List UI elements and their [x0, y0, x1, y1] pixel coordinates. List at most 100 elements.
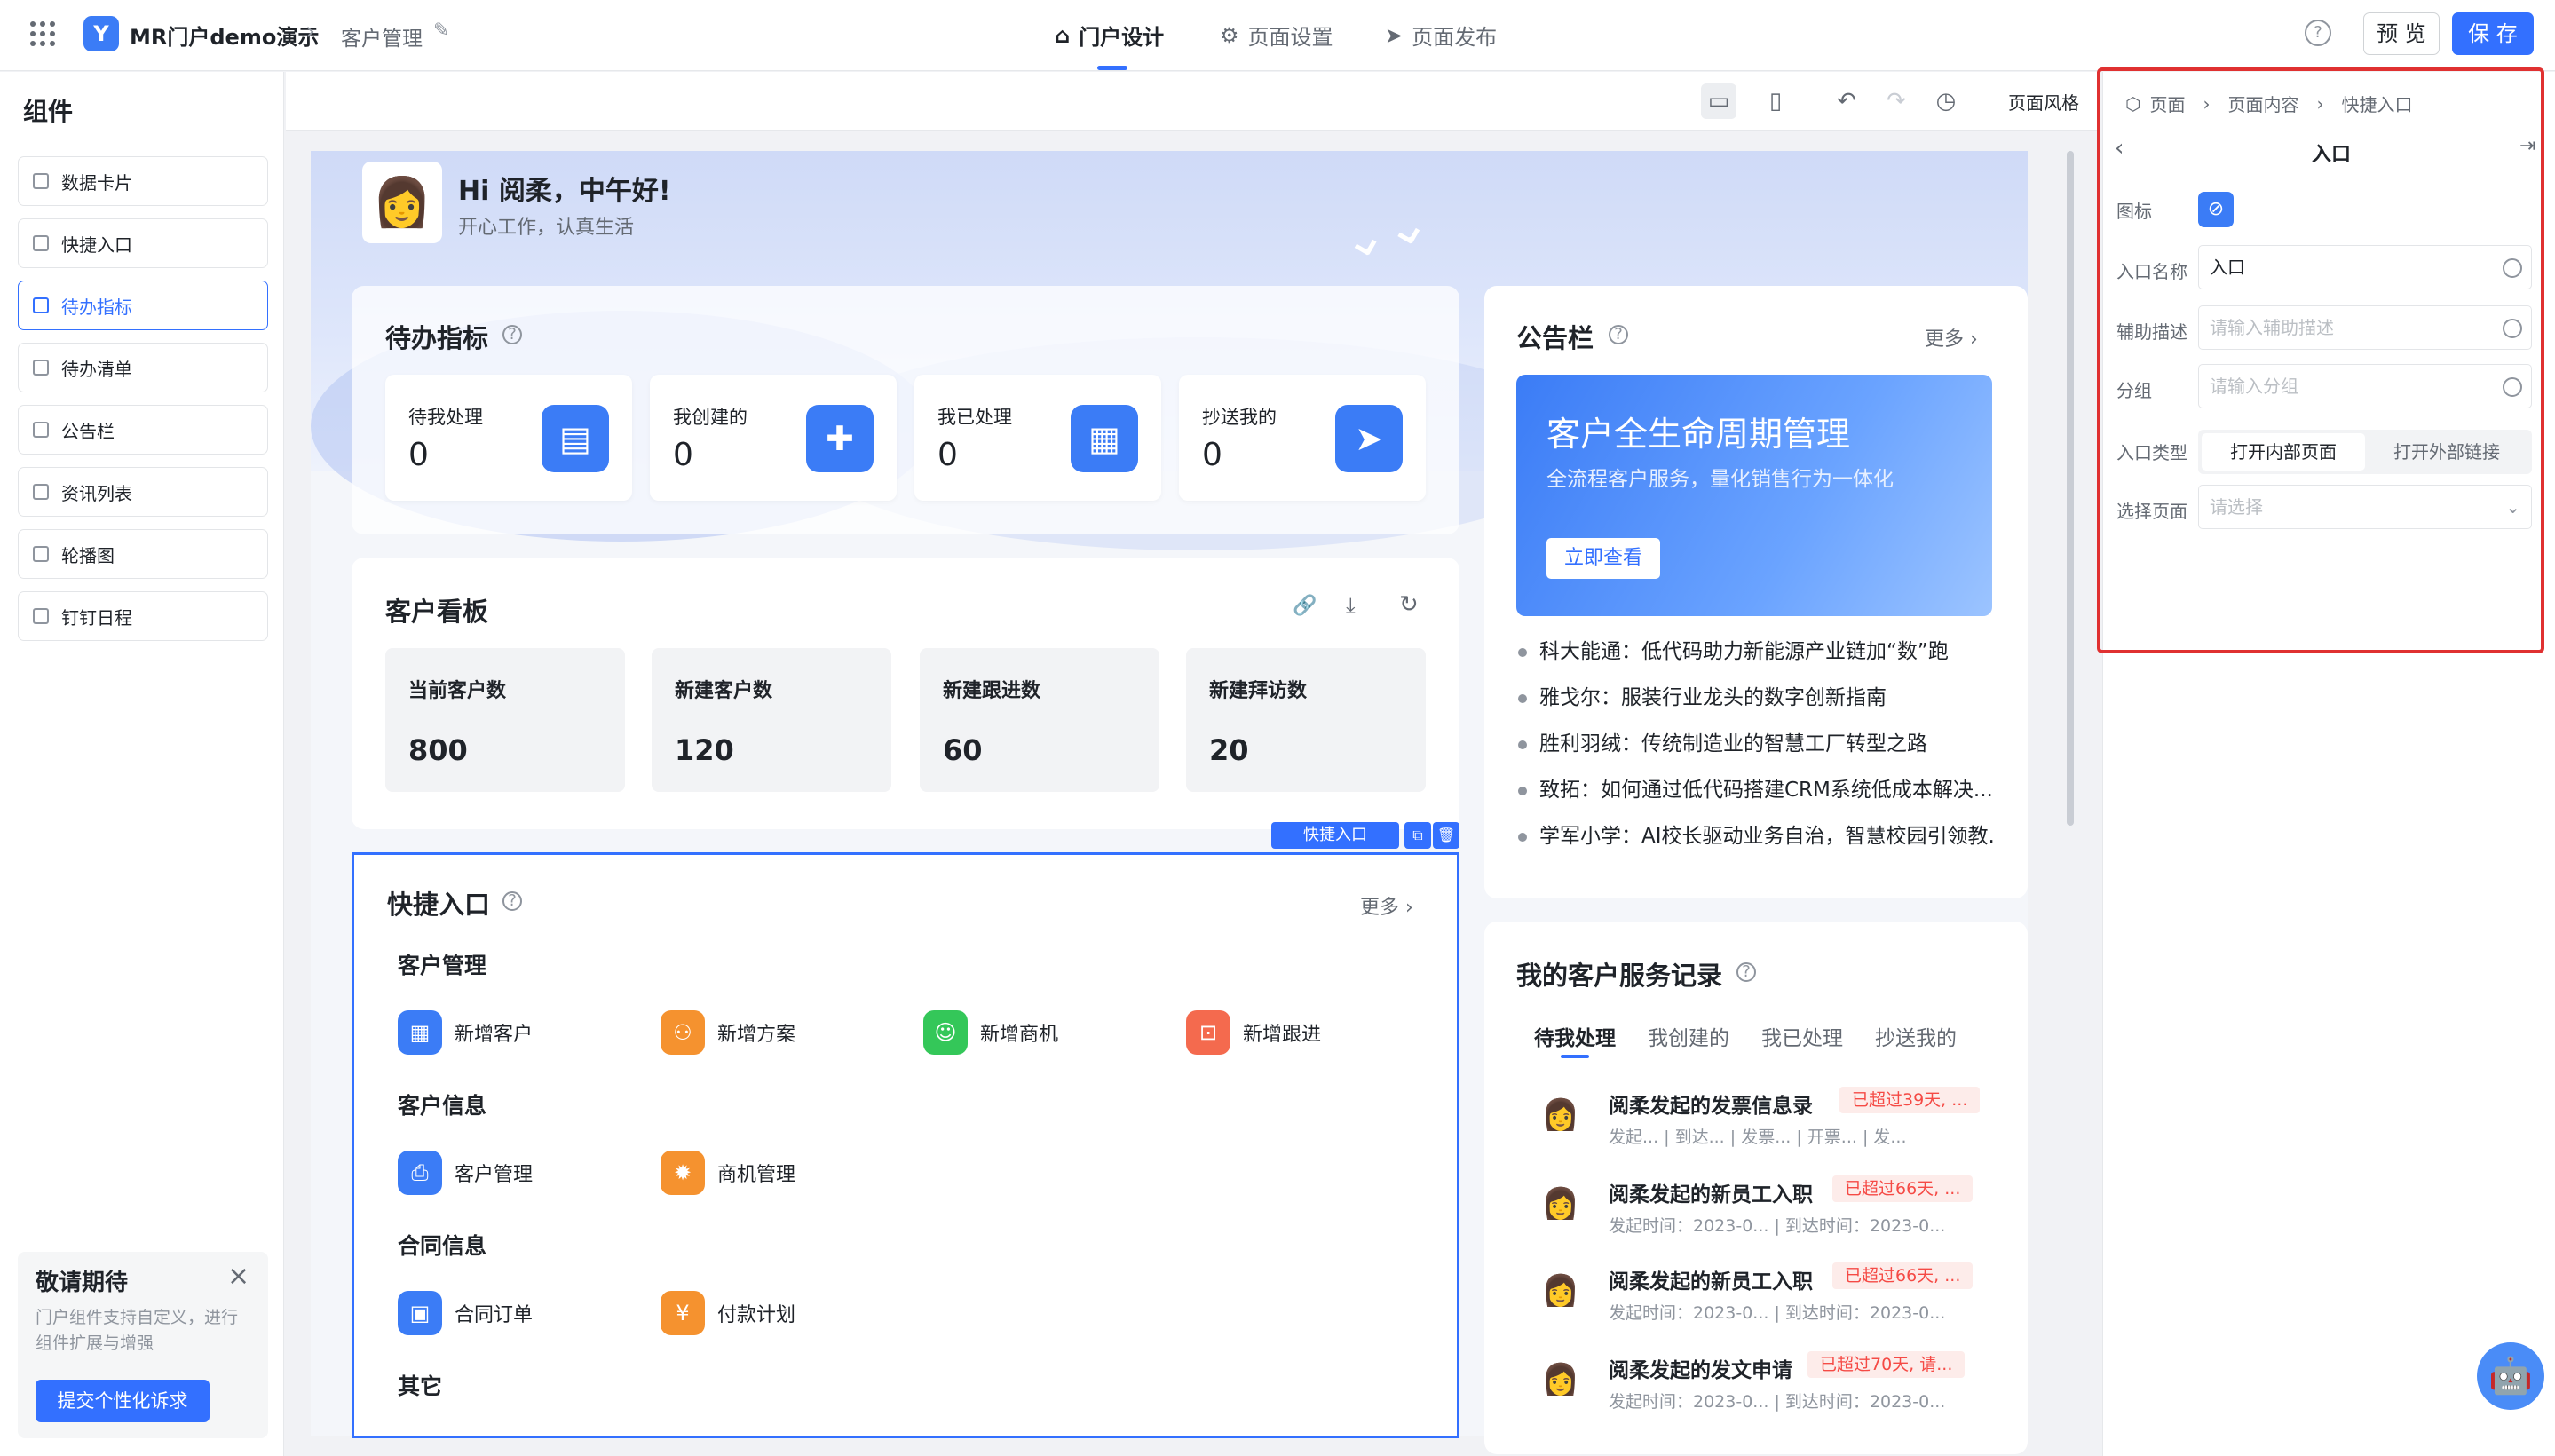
component-carousel[interactable]: 轮播图 [18, 529, 268, 579]
kanban-stat [385, 648, 625, 792]
stat-value: 0 [673, 437, 693, 473]
notice-item[interactable]: 胜利羽绒：传统制造业的智慧工厂转型之路 [1518, 726, 1997, 756]
promo-title: 敬请期待 [36, 1270, 129, 1296]
save-button[interactable]: 保 存 [2452, 12, 2534, 55]
refresh-icon[interactable]: ↻ [1399, 591, 1419, 618]
tab-cc[interactable]: 抄送我的 [1875, 1021, 1957, 1051]
history-icon[interactable]: ◷ [1928, 83, 1964, 119]
record-title[interactable]: 阅柔发起的发票信息录 [1609, 1088, 1813, 1119]
more-link[interactable]: 更多 › [1360, 891, 1413, 920]
notice-item[interactable]: 科大能通：低代码助力新能源产业链加“数”跑 [1518, 634, 1997, 664]
kanban-stat [920, 648, 1159, 792]
quick-item[interactable]: ¥ 付款计划 [661, 1291, 795, 1335]
record-title[interactable]: 阅柔发起的新员工入职 [1609, 1177, 1813, 1207]
quick-item[interactable]: ▣ 合同订单 [398, 1291, 533, 1335]
quick-item[interactable]: ⊡ 新增跟进 [1186, 1010, 1321, 1055]
app-logo: Y [83, 16, 119, 51]
printer-icon: ⎙ [398, 1151, 442, 1195]
component-todo-list[interactable]: 待办清单 [18, 343, 268, 392]
help-icon[interactable]: ? [502, 325, 522, 344]
record-title[interactable]: 阅柔发起的新员工入职 [1609, 1264, 1813, 1294]
active-tab-indicator [1561, 1055, 1589, 1058]
record-meta: 发起... | 到达... | 发票... | 开票... | 发... [1609, 1128, 1907, 1147]
kanban-stat-label: 当前客户数 [408, 680, 507, 702]
app-grid-icon[interactable] [30, 21, 55, 46]
canvas-scrollbar[interactable] [2067, 151, 2074, 826]
gear-icon: ⚙ [1220, 22, 1239, 48]
gear-badge-icon: ✹ [661, 1151, 705, 1195]
avatar: 👩 [362, 162, 442, 243]
help-icon[interactable]: ? [1736, 962, 1756, 982]
notice-item[interactable]: 致拓：如何通过低代码搭建CRM系统低成本解决... [1518, 772, 1997, 803]
app-title[interactable]: MR门户demo演示 [130, 20, 319, 51]
stat-label: 我创建的 [673, 407, 748, 428]
calendar-icon [33, 608, 49, 624]
copy-icon[interactable]: ⧉ [1404, 822, 1431, 849]
record-meta: 发起时间：2023-0... | 到达时间：2023-0... [1609, 1216, 1946, 1236]
stat-value: 0 [1202, 437, 1222, 473]
store-icon: ▦ [398, 1010, 442, 1055]
quick-item[interactable]: ✹ 商机管理 [661, 1151, 795, 1195]
desktop-view-icon[interactable]: ▭ [1701, 83, 1736, 119]
edit-icon[interactable]: ✎ [433, 20, 449, 42]
notice-title: 公告栏 [1516, 323, 1594, 353]
list-icon [33, 360, 49, 376]
tab-created[interactable]: 我创建的 [1648, 1021, 1729, 1051]
tab-pending[interactable]: 待我处理 [1534, 1021, 1616, 1051]
download-icon[interactable]: ⤓ [1346, 593, 1356, 618]
undo-icon[interactable]: ↶ [1829, 83, 1864, 119]
active-tab-indicator [1097, 66, 1127, 70]
tab-done[interactable]: 我已处理 [1761, 1021, 1843, 1051]
close-icon[interactable]: × [227, 1261, 249, 1292]
component-quick-entry[interactable]: 快捷入口 [18, 218, 268, 268]
quick-item[interactable]: ⎙ 客户管理 [398, 1151, 533, 1195]
link-icon[interactable]: 🔗 [1293, 595, 1317, 617]
selected-component-tag[interactable]: 快捷入口 [1271, 822, 1399, 849]
kanban-title: 客户看板 [385, 597, 489, 627]
kanban-stat-label: 新建客户数 [675, 680, 773, 702]
mobile-view-icon[interactable]: ▯ [1758, 83, 1793, 119]
delete-icon[interactable]: 🗑 [1433, 822, 1459, 849]
page-style-button[interactable]: 页面风格 [2008, 89, 2079, 115]
breadcrumb-page[interactable]: 客户管理 [341, 21, 423, 51]
highlight-box [2097, 67, 2544, 653]
grid-icon [33, 235, 49, 251]
preview-button[interactable]: 预 览 [2363, 12, 2440, 55]
help-icon[interactable]: ? [1609, 325, 1628, 344]
component-notice-board[interactable]: 公告栏 [18, 405, 268, 455]
component-dingtalk-calendar[interactable]: 钉钉日程 [18, 591, 268, 641]
kanban-stat [1186, 648, 1426, 792]
overdue-badge: 已超过66天, ... [1832, 1175, 1974, 1202]
assistant-robot-icon[interactable]: 🤖 [2477, 1342, 2544, 1410]
tab-page-settings[interactable]: ⚙ 页面设置 [1220, 20, 1333, 51]
view-now-button[interactable]: 立即查看 [1546, 538, 1660, 579]
quick-item[interactable]: ▦ 新增客户 [398, 1010, 533, 1055]
megaphone-icon [33, 422, 49, 438]
overdue-badge: 已超过39天, ... [1839, 1087, 1981, 1113]
help-icon[interactable]: ? [502, 891, 522, 911]
avatar: 👩 [1539, 1183, 1582, 1225]
notice-item[interactable]: 学军小学：AI校长驱动业务自治，智慧校园引领教... [1518, 819, 1997, 849]
record-meta: 发起时间：2023-0... | 到达时间：2023-0... [1609, 1303, 1946, 1323]
notice-item[interactable]: 雅戈尔：服装行业龙头的数字创新指南 [1518, 680, 1997, 710]
tab-page-publish[interactable]: ➤ 页面发布 [1385, 20, 1497, 51]
quick-entry-card-selected[interactable] [352, 852, 1459, 1438]
greeting-subtitle: 开心工作，认真生活 [458, 217, 635, 239]
kanban-stat-label: 新建跟进数 [943, 680, 1041, 702]
help-icon[interactable]: ? [2305, 20, 2331, 46]
component-data-card[interactable]: 数据卡片 [18, 156, 268, 206]
redo-icon[interactable]: ↷ [1879, 83, 1914, 119]
component-news-list[interactable]: 资讯列表 [18, 467, 268, 517]
quick-item[interactable]: ☺ 新增商机 [923, 1010, 1058, 1055]
record-title[interactable]: 阅柔发起的发文申请 [1609, 1353, 1792, 1383]
component-panel-title: 组件 [23, 97, 74, 126]
component-todo-metric[interactable]: 待办指标 [18, 281, 268, 330]
quick-item[interactable]: ⚇ 新增方案 [661, 1010, 795, 1055]
more-link[interactable]: 更多 › [1925, 323, 1978, 352]
document-icon: ▤ [542, 405, 609, 472]
kanban-stat-value: 800 [408, 733, 468, 767]
data-card-icon [33, 173, 49, 189]
submit-request-button[interactable]: 提交个性化诉求 [36, 1380, 210, 1422]
news-icon [33, 484, 49, 500]
tab-portal-design[interactable]: ⌂ 门户设计 [1055, 20, 1164, 51]
